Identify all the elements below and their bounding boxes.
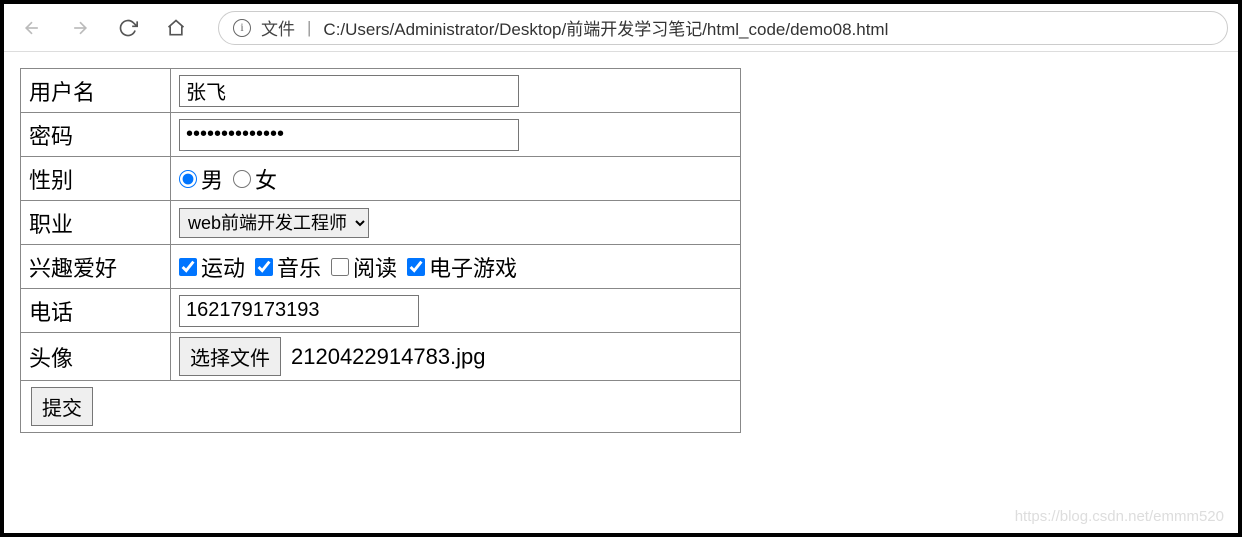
page-content: 用户名 密码 性别 男 女 (4, 52, 1238, 449)
check-music[interactable] (255, 258, 273, 276)
label-username: 用户名 (21, 69, 171, 113)
radio-female[interactable] (233, 170, 251, 188)
radio-male-text: 男 (201, 163, 223, 195)
check-reading[interactable] (331, 258, 349, 276)
check-reading-text: 阅读 (353, 251, 397, 283)
file-row: 选择文件 2120422914783.jpg (179, 337, 486, 376)
check-sport-text: 运动 (201, 251, 245, 283)
file-scheme-label: 文件 (261, 15, 295, 40)
url-separator: | (305, 18, 313, 38)
check-sport-label[interactable]: 运动 (179, 251, 245, 283)
check-games-label[interactable]: 电子游戏 (407, 251, 517, 283)
form-table: 用户名 密码 性别 男 女 (20, 68, 741, 433)
check-music-label[interactable]: 音乐 (255, 251, 321, 283)
submit-button[interactable]: 提交 (31, 387, 93, 426)
gender-radio-group: 男 女 (179, 163, 732, 195)
info-icon: i (233, 19, 251, 37)
refresh-button[interactable] (110, 10, 146, 46)
browser-toolbar: i 文件 | C:/Users/Administrator/Desktop/前端… (4, 4, 1238, 52)
check-music-text: 音乐 (277, 251, 321, 283)
radio-male-label[interactable]: 男 (179, 163, 223, 195)
choose-file-button[interactable]: 选择文件 (179, 337, 281, 376)
check-games-text: 电子游戏 (429, 251, 517, 283)
hobbies-check-group: 运动 音乐 阅读 电子游戏 (179, 251, 732, 283)
username-input[interactable] (179, 75, 519, 107)
back-button[interactable] (14, 10, 50, 46)
radio-male[interactable] (179, 170, 197, 188)
label-gender: 性别 (21, 157, 171, 201)
row-password: 密码 (21, 113, 741, 157)
label-phone: 电话 (21, 289, 171, 333)
url-text: C:/Users/Administrator/Desktop/前端开发学习笔记/… (323, 15, 888, 40)
row-username: 用户名 (21, 69, 741, 113)
label-hobbies: 兴趣爱好 (21, 245, 171, 289)
row-hobbies: 兴趣爱好 运动 音乐 阅读 (21, 245, 741, 289)
address-bar[interactable]: i 文件 | C:/Users/Administrator/Desktop/前端… (218, 11, 1228, 45)
row-avatar: 头像 选择文件 2120422914783.jpg (21, 333, 741, 381)
phone-input[interactable] (179, 295, 419, 327)
check-reading-label[interactable]: 阅读 (331, 251, 397, 283)
row-gender: 性别 男 女 (21, 157, 741, 201)
check-sport[interactable] (179, 258, 197, 276)
radio-female-text: 女 (255, 163, 277, 195)
label-occupation: 职业 (21, 201, 171, 245)
label-password: 密码 (21, 113, 171, 157)
check-games[interactable] (407, 258, 425, 276)
radio-female-label[interactable]: 女 (233, 163, 277, 195)
file-name-text: 2120422914783.jpg (291, 344, 486, 370)
home-button[interactable] (158, 10, 194, 46)
password-input[interactable] (179, 119, 519, 151)
watermark-text: https://blog.csdn.net/emmm520 (1015, 508, 1224, 525)
forward-button[interactable] (62, 10, 98, 46)
row-submit: 提交 (21, 381, 741, 433)
row-phone: 电话 (21, 289, 741, 333)
label-avatar: 头像 (21, 333, 171, 381)
row-occupation: 职业 web前端开发工程师 (21, 201, 741, 245)
occupation-select[interactable]: web前端开发工程师 (179, 208, 369, 238)
